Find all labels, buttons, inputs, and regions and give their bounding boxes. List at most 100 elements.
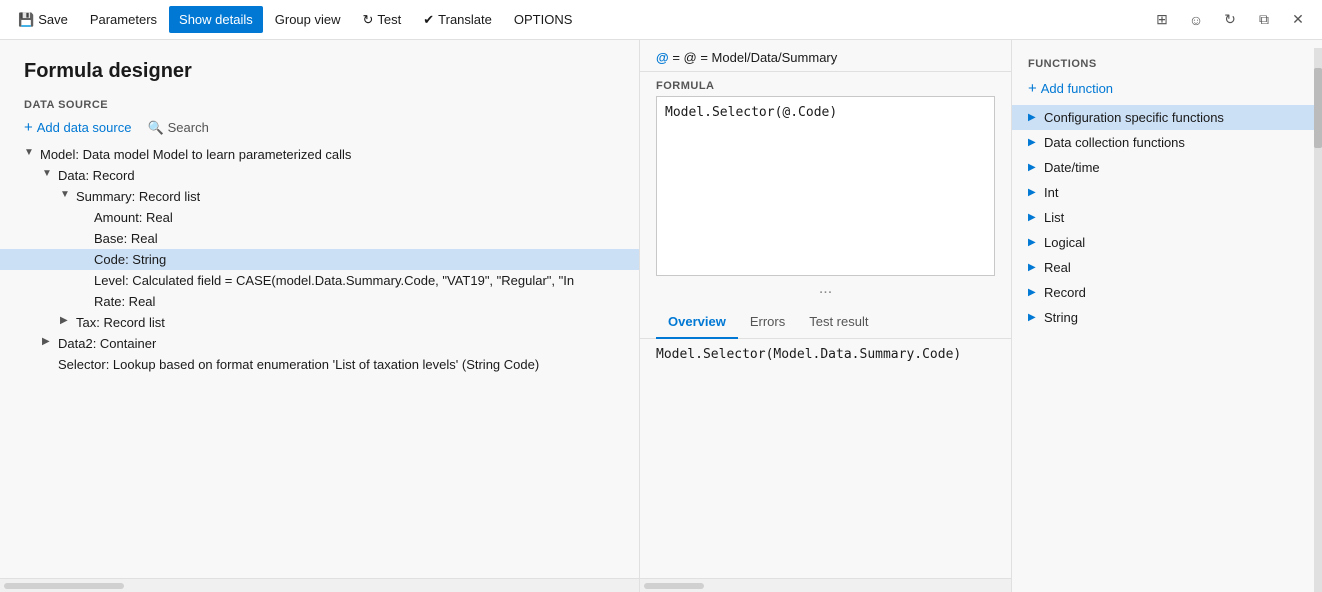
- function-label-record: Record: [1044, 285, 1086, 300]
- tree-label-rate: Rate: Real: [94, 294, 155, 309]
- tree-label-summary: Summary: Record list: [76, 189, 200, 204]
- function-item-real[interactable]: ▶Real: [1012, 255, 1322, 280]
- more-indicator: ...: [640, 276, 1011, 302]
- function-item-config[interactable]: ▶Configuration specific functions: [1012, 105, 1322, 130]
- tree-label-base: Base: Real: [94, 231, 158, 246]
- function-label-int: Int: [1044, 185, 1058, 200]
- tree-label-data: Data: Record: [58, 168, 135, 183]
- tree-item-selector[interactable]: Selector: Lookup based on format enumera…: [0, 354, 639, 375]
- function-chevron-record: ▶: [1028, 287, 1044, 298]
- plus-icon: +: [24, 119, 33, 136]
- functions-header: FUNCTIONS: [1012, 40, 1322, 76]
- add-function-link[interactable]: + Add function: [1012, 76, 1322, 105]
- function-item-string[interactable]: ▶String: [1012, 305, 1322, 330]
- formula-path: @ = @ = Model/Data/Summary: [656, 50, 837, 65]
- tab-errors[interactable]: Errors: [738, 306, 797, 339]
- tree-item-level[interactable]: Level: Calculated field = CASE(model.Dat…: [0, 270, 639, 291]
- left-panel: Formula designer DATA SOURCE + Add data …: [0, 40, 640, 592]
- functions-list: ▶Configuration specific functions▶Data c…: [1012, 105, 1322, 592]
- function-label-real: Real: [1044, 260, 1071, 275]
- user-icon-button[interactable]: ☺: [1180, 4, 1212, 36]
- function-label-datetime: Date/time: [1044, 160, 1100, 175]
- data-source-label: DATA SOURCE: [0, 91, 639, 115]
- formula-editor[interactable]: Model.Selector(@.Code): [656, 96, 995, 276]
- tree-item-data2[interactable]: ▶Data2: Container: [0, 333, 639, 354]
- scroll-track: [4, 583, 124, 589]
- function-item-int[interactable]: ▶Int: [1012, 180, 1322, 205]
- group-view-button[interactable]: Group view: [265, 6, 351, 33]
- tree-label-code: Code: String: [94, 252, 166, 267]
- close-button[interactable]: ✕: [1282, 4, 1314, 36]
- tree-item-amount[interactable]: Amount: Real: [0, 207, 639, 228]
- search-box[interactable]: 🔍 Search: [147, 120, 208, 136]
- function-item-record[interactable]: ▶Record: [1012, 280, 1322, 305]
- function-label-logical: Logical: [1044, 235, 1085, 250]
- refresh-icon-button[interactable]: ↻: [1214, 4, 1246, 36]
- tree-chevron-tax: ▶: [60, 315, 74, 326]
- tabs-row: OverviewErrorsTest result: [640, 306, 1011, 339]
- data-source-tree: ▼ Model: Data model Model to learn parame…: [0, 140, 639, 578]
- bottom-scrollbar[interactable]: [0, 578, 639, 592]
- search-icon: 🔍: [147, 120, 163, 136]
- function-item-datacoll[interactable]: ▶Data collection functions: [1012, 130, 1322, 155]
- tree-label-tax: Tax: Record list: [76, 315, 165, 330]
- function-chevron-datetime: ▶: [1028, 162, 1044, 173]
- show-details-button[interactable]: Show details: [169, 6, 263, 33]
- mid-panel: @ = @ = Model/Data/Summary FORMULA Model…: [640, 40, 1012, 592]
- function-chevron-string: ▶: [1028, 312, 1044, 323]
- function-label-datacoll: Data collection functions: [1044, 135, 1185, 150]
- tree-label-selector: Selector: Lookup based on format enumera…: [58, 357, 539, 372]
- tree-item-base[interactable]: Base: Real: [0, 228, 639, 249]
- add-data-source-link[interactable]: + Add data source: [24, 119, 131, 136]
- data-source-toolbar: + Add data source 🔍 Search: [0, 115, 639, 140]
- result-area: Model.Selector(Model.Data.Summary.Code): [640, 339, 1011, 578]
- tree-item-rate[interactable]: Rate: Real: [0, 291, 639, 312]
- function-chevron-datacoll: ▶: [1028, 137, 1044, 148]
- main-area: Formula designer DATA SOURCE + Add data …: [0, 40, 1322, 592]
- page-title: Formula designer: [0, 40, 639, 91]
- tree-label-data2: Data2: Container: [58, 336, 156, 351]
- options-button[interactable]: OPTIONS: [504, 6, 583, 33]
- save-icon: 💾: [18, 12, 34, 28]
- scrollbar-thumb: [1314, 68, 1322, 148]
- translate-icon: ✔: [423, 12, 434, 28]
- right-panel: FUNCTIONS + Add function ▶Configuration …: [1012, 40, 1322, 592]
- refresh-icon: ↻: [363, 12, 374, 28]
- function-item-logical[interactable]: ▶Logical: [1012, 230, 1322, 255]
- function-label-list: List: [1044, 210, 1064, 225]
- plus-icon: +: [1028, 80, 1037, 97]
- save-button[interactable]: 💾 Save: [8, 6, 78, 34]
- tree-item-model[interactable]: ▼Model: Data model Model to learn parame…: [0, 144, 639, 165]
- result-text: Model.Selector(Model.Data.Summary.Code): [656, 347, 995, 362]
- window-icon-button[interactable]: ⧉: [1248, 4, 1280, 36]
- function-chevron-list: ▶: [1028, 212, 1044, 223]
- tree-item-summary[interactable]: ▼Summary: Record list: [0, 186, 639, 207]
- translate-button[interactable]: ✔ Translate: [413, 6, 502, 34]
- tab-overview[interactable]: Overview: [656, 306, 738, 339]
- tree-item-code[interactable]: Code: String: [0, 249, 639, 270]
- function-label-string: String: [1044, 310, 1078, 325]
- formula-path-row: @ = @ = Model/Data/Summary: [640, 40, 1011, 72]
- tree-label-model: Model: Data model Model to learn paramet…: [40, 147, 351, 162]
- tree-chevron-summary: ▼: [60, 189, 74, 200]
- function-item-datetime[interactable]: ▶Date/time: [1012, 155, 1322, 180]
- tree-chevron-data2: ▶: [42, 336, 56, 347]
- tree-item-tax[interactable]: ▶Tax: Record list: [0, 312, 639, 333]
- tree-label-level: Level: Calculated field = CASE(model.Dat…: [94, 273, 574, 288]
- tab-test-result[interactable]: Test result: [797, 306, 880, 339]
- mid-bottom-scrollbar[interactable]: [640, 578, 1011, 592]
- function-item-list[interactable]: ▶List: [1012, 205, 1322, 230]
- test-button[interactable]: ↻ Test: [353, 6, 412, 34]
- function-chevron-config: ▶: [1028, 112, 1044, 123]
- grid-icon-button[interactable]: ⊞: [1146, 4, 1178, 36]
- parameters-button[interactable]: Parameters: [80, 6, 167, 33]
- tree-item-data[interactable]: ▼Data: Record: [0, 165, 639, 186]
- function-label-config: Configuration specific functions: [1044, 110, 1224, 125]
- function-chevron-real: ▶: [1028, 262, 1044, 273]
- mid-scroll-track: [644, 583, 704, 589]
- tree-chevron-data: ▼: [42, 168, 56, 179]
- titlebar: 💾 Save Parameters Show details Group vie…: [0, 0, 1322, 40]
- function-chevron-int: ▶: [1028, 187, 1044, 198]
- vertical-scrollbar[interactable]: [1314, 48, 1322, 592]
- tree-label-amount: Amount: Real: [94, 210, 173, 225]
